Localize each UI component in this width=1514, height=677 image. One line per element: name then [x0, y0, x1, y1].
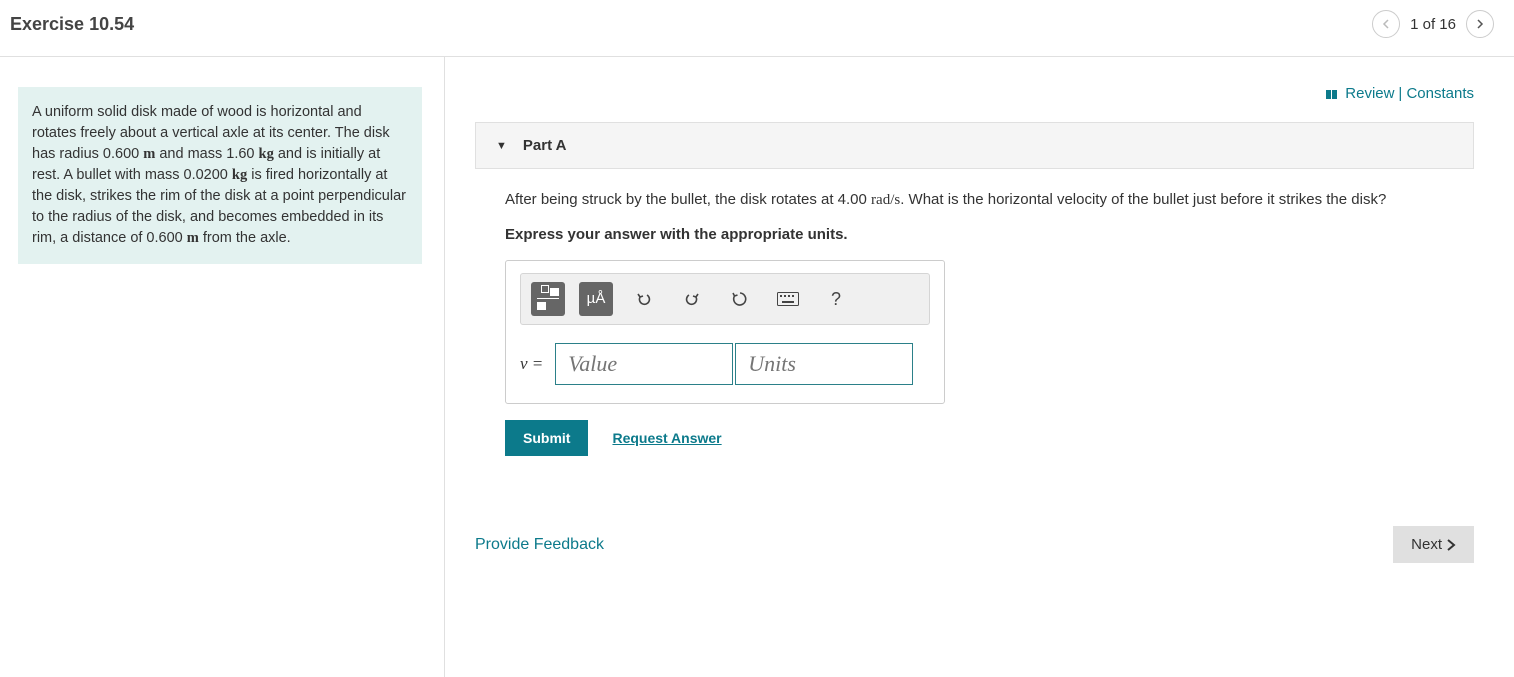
- next-nav-button[interactable]: [1466, 10, 1494, 38]
- submit-button[interactable]: Submit: [505, 420, 588, 456]
- special-chars-button[interactable]: µÅ: [579, 282, 613, 316]
- reset-button[interactable]: [723, 282, 757, 316]
- units-input[interactable]: [735, 343, 913, 385]
- prev-button[interactable]: [1372, 10, 1400, 38]
- reset-icon: [731, 290, 749, 308]
- undo-icon: [635, 290, 653, 308]
- chevron-left-icon: [1381, 19, 1391, 29]
- page-count: 1 of 16: [1410, 16, 1456, 33]
- input-row: v =: [520, 343, 930, 385]
- part-body: After being struck by the bullet, the di…: [475, 169, 1474, 476]
- left-column: A uniform solid disk made of wood is hor…: [0, 57, 445, 677]
- keyboard-icon: [777, 292, 799, 306]
- provide-feedback-link[interactable]: Provide Feedback: [475, 536, 604, 554]
- express-instruction: Express your answer with the appropriate…: [505, 224, 1444, 247]
- page-header: Exercise 10.54 1 of 16: [0, 0, 1514, 57]
- undo-button[interactable]: [627, 282, 661, 316]
- right-column: Review | Constants ▼ Part A After being …: [445, 57, 1514, 677]
- problem-statement: A uniform solid disk made of wood is hor…: [18, 87, 422, 264]
- answer-toolbar: µÅ: [520, 273, 930, 325]
- caret-down-icon: ▼: [496, 140, 507, 152]
- redo-button[interactable]: [675, 282, 709, 316]
- help-button[interactable]: ?: [819, 282, 853, 316]
- header-nav: 1 of 16: [1372, 10, 1494, 38]
- footer-row: Provide Feedback Next: [475, 526, 1474, 563]
- variable-label: v =: [520, 351, 543, 377]
- template-picker-button[interactable]: [531, 282, 565, 316]
- exercise-title: Exercise 10.54: [10, 14, 134, 35]
- keyboard-button[interactable]: [771, 282, 805, 316]
- review-row: Review | Constants: [475, 77, 1474, 122]
- part-label: Part A: [523, 137, 567, 154]
- chevron-right-icon: [1446, 539, 1456, 551]
- body: A uniform solid disk made of wood is hor…: [0, 57, 1514, 677]
- next-label: Next: [1411, 536, 1442, 553]
- action-row: Submit Request Answer: [505, 420, 1444, 456]
- question-text: After being struck by the bullet, the di…: [505, 189, 1444, 212]
- redo-icon: [683, 290, 701, 308]
- request-answer-link[interactable]: Request Answer: [612, 428, 721, 449]
- part-header[interactable]: ▼ Part A: [475, 122, 1474, 169]
- review-link[interactable]: Review: [1345, 85, 1394, 102]
- constants-link[interactable]: Constants: [1406, 85, 1474, 102]
- fraction-icon: [537, 288, 559, 310]
- chevron-right-icon: [1475, 19, 1485, 29]
- next-button[interactable]: Next: [1393, 526, 1474, 563]
- book-icon: [1326, 90, 1337, 99]
- value-input[interactable]: [555, 343, 733, 385]
- answer-tool: µÅ: [505, 260, 945, 404]
